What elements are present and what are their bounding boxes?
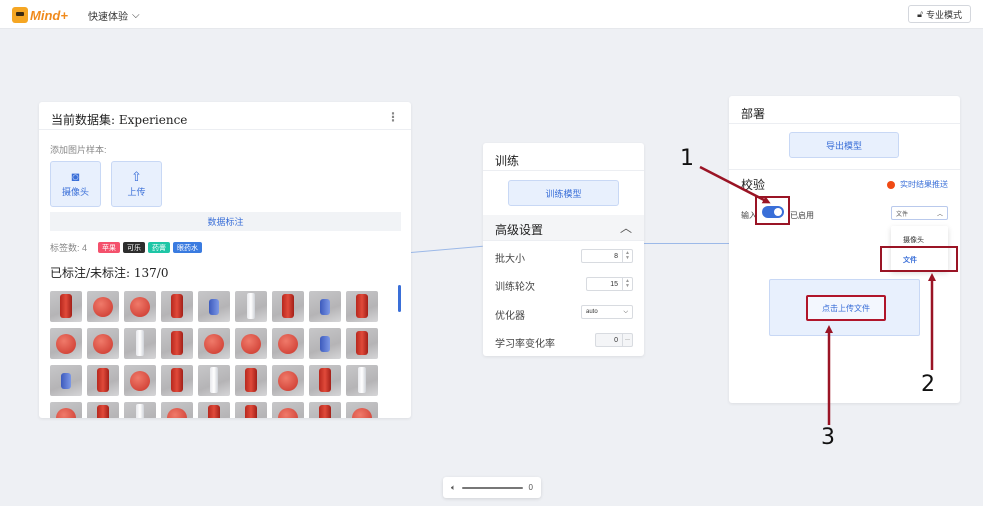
annotation-number-2: 2 bbox=[921, 372, 935, 397]
annotation-number-1: 1 bbox=[680, 146, 694, 171]
volume-slider[interactable] bbox=[461, 486, 523, 489]
speaker-icon[interactable]: 🔈︎ bbox=[451, 483, 456, 493]
volume-value: 0 bbox=[528, 483, 533, 492]
annotation-arrows bbox=[699, 165, 936, 425]
volume-control: 🔈︎ 0 bbox=[443, 477, 541, 498]
arrow-1 bbox=[699, 165, 771, 204]
annotation-number-3: 3 bbox=[821, 425, 835, 450]
